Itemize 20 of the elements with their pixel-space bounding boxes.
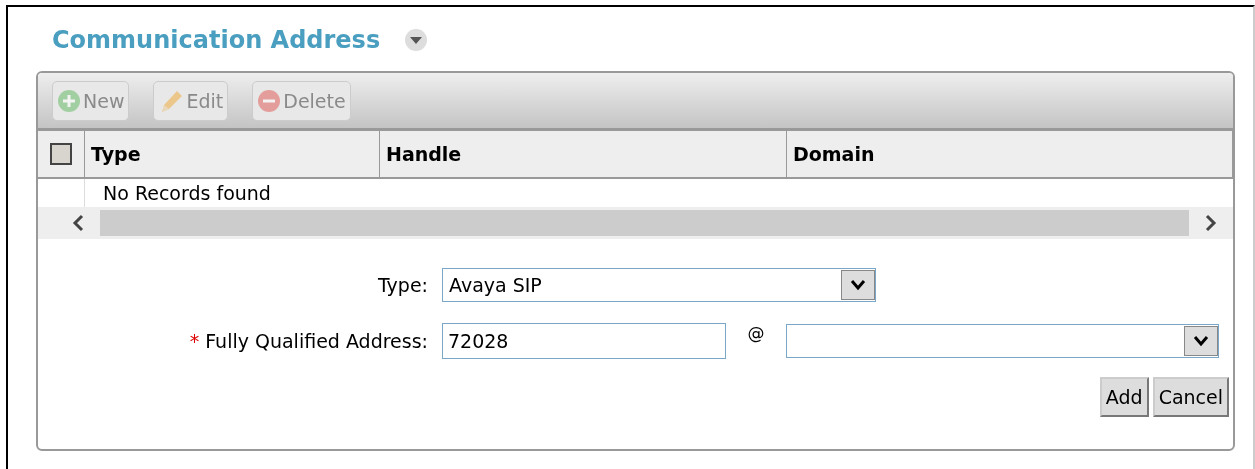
column-header[interactable]: Domain [787,131,1233,177]
scroll-left-icon[interactable] [70,213,86,233]
scrollbar-track[interactable] [100,210,1189,236]
type-dropdown[interactable]: Avaya SIP [442,268,876,302]
address-input[interactable]: 72028 [442,323,726,359]
minus-icon [257,88,282,113]
column-header[interactable]: Type [85,131,380,177]
scroll-right-icon[interactable] [1203,213,1219,233]
column-header[interactable]: Handle [380,131,787,177]
plus-icon [57,88,81,113]
empty-message: No Records found [102,182,271,204]
collapse-icon[interactable] [404,28,429,52]
domain-dropdown[interactable] [786,324,1219,358]
select-all-checkbox[interactable] [50,143,72,165]
form-button[interactable]: Add [1099,377,1149,417]
form-button[interactable]: Cancel [1152,377,1229,417]
at-sign: @ [746,323,766,343]
field-label: Type: [376,274,429,296]
section-title: Communication Address [52,26,381,54]
field-label: * Fully Qualified Address: [188,330,429,352]
